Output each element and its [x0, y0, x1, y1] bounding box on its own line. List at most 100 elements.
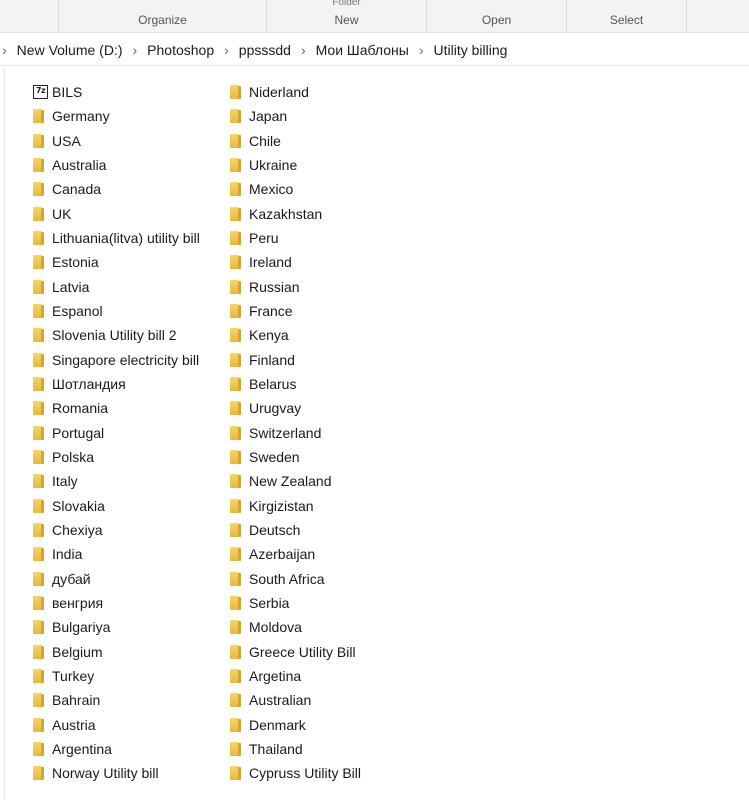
ribbon-group-label: Select: [609, 13, 644, 27]
file-list-item[interactable]: Niderland: [230, 80, 361, 104]
file-list-item[interactable]: Germany: [33, 104, 200, 128]
chevron-right-icon[interactable]: ›: [409, 42, 434, 58]
file-list-item[interactable]: Greece Utility Bill: [230, 640, 361, 664]
ribbon-group-open[interactable]: Open: [426, 0, 566, 33]
chevron-right-icon[interactable]: ›: [214, 42, 239, 58]
file-list-item[interactable]: Argetina: [230, 664, 361, 688]
file-list-item[interactable]: Kazakhstan: [230, 202, 361, 226]
file-list-item[interactable]: Finland: [230, 348, 361, 372]
ribbon-group-select[interactable]: Select: [566, 0, 686, 33]
ribbon-group-new[interactable]: Folder New: [266, 0, 426, 33]
file-name: Austria: [52, 716, 96, 733]
file-name: Peru: [249, 230, 279, 247]
file-list-item[interactable]: Australia: [33, 153, 200, 177]
file-list-item[interactable]: Thailand: [230, 737, 361, 761]
file-list-item[interactable]: Bulgariya: [33, 615, 200, 639]
file-list-item[interactable]: Bahrain: [33, 688, 200, 712]
folder-icon: [33, 644, 44, 659]
file-list-item[interactable]: Chile: [230, 129, 361, 153]
file-list-item[interactable]: Belarus: [230, 372, 361, 396]
file-list-item[interactable]: Mexico: [230, 177, 361, 201]
file-list-item[interactable]: Estonia: [33, 250, 200, 274]
file-list-item[interactable]: Slovenia Utility bill 2: [33, 323, 200, 347]
file-list-item[interactable]: Norway Utility bill: [33, 761, 200, 785]
file-list-item[interactable]: Urugvay: [230, 396, 361, 420]
file-list-item[interactable]: Ukraine: [230, 153, 361, 177]
file-list-item[interactable]: Turkey: [33, 664, 200, 688]
file-list-item[interactable]: Japan: [230, 104, 361, 128]
folder-icon: [33, 401, 44, 416]
ribbon-group-label: Organize: [138, 13, 187, 27]
file-list-item[interactable]: Latvia: [33, 275, 200, 299]
file-name: Norway Utility bill: [52, 765, 159, 782]
file-list-item[interactable]: Azerbaijan: [230, 542, 361, 566]
file-list-item[interactable]: Romania: [33, 396, 200, 420]
file-name: Finland: [249, 351, 295, 368]
breadcrumb-item[interactable]: New Volume (D:): [17, 42, 123, 58]
folder-icon: [230, 596, 241, 611]
file-list-item[interactable]: Singapore electricity bill: [33, 348, 200, 372]
file-name: Azerbaijan: [249, 546, 316, 563]
file-list-item[interactable]: Ireland: [230, 250, 361, 274]
file-list-item[interactable]: Kenya: [230, 323, 361, 347]
folder-icon: [230, 620, 241, 635]
file-list-item[interactable]: New Zealand: [230, 469, 361, 493]
file-list-item[interactable]: South Africa: [230, 567, 361, 591]
file-list-item[interactable]: Peru: [230, 226, 361, 250]
file-name: Thailand: [249, 741, 303, 758]
file-list-item[interactable]: Kirgizistan: [230, 494, 361, 518]
file-list-item[interactable]: India: [33, 542, 200, 566]
chevron-right-icon[interactable]: ›: [0, 42, 17, 58]
file-list-item[interactable]: Serbia: [230, 591, 361, 615]
file-name: Singapore electricity bill: [52, 351, 200, 368]
breadcrumb-item[interactable]: Мои Шаблоны: [316, 42, 409, 58]
file-name: Mexico: [249, 181, 294, 198]
folder-icon: [33, 693, 44, 708]
file-list-item[interactable]: Slovakia: [33, 494, 200, 518]
file-list-item[interactable]: Australian: [230, 688, 361, 712]
folder-icon: [33, 279, 44, 294]
file-name: Germany: [52, 108, 110, 125]
file-name: Japan: [249, 108, 288, 125]
file-list-item[interactable]: France: [230, 299, 361, 323]
ribbon-group-edge: [686, 0, 749, 33]
file-name: Kazakhstan: [249, 205, 323, 222]
file-list-item[interactable]: Denmark: [230, 713, 361, 737]
folder-icon: [230, 644, 241, 659]
breadcrumb-item[interactable]: Utility billing: [434, 42, 508, 58]
file-list-item[interactable]: Argentina: [33, 737, 200, 761]
file-list-item[interactable]: Espanol: [33, 299, 200, 323]
file-list-item[interactable]: дубай: [33, 567, 200, 591]
file-name: India: [52, 546, 83, 563]
file-list-item[interactable]: 7z BILS: [33, 80, 200, 104]
folder-icon: [230, 352, 241, 367]
file-list-column-2: Niderland Japan Chile Ukraine Mexico Kazakhst…: [230, 80, 361, 786]
file-list-item[interactable]: Russian: [230, 275, 361, 299]
file-list-item[interactable]: Sweden: [230, 445, 361, 469]
file-list-item[interactable]: UK: [33, 202, 200, 226]
file-list-item[interactable]: Lithuania(litva) utility bill: [33, 226, 200, 250]
file-list-item[interactable]: Chexiya: [33, 518, 200, 542]
file-list-item[interactable]: Moldova: [230, 615, 361, 639]
file-list-item[interactable]: Cypruss Utility Bill: [230, 761, 361, 785]
ribbon-group-organize[interactable]: Organize: [58, 0, 266, 33]
breadcrumb-item[interactable]: ppsssdd: [239, 42, 291, 58]
breadcrumb-item[interactable]: Photoshop: [147, 42, 214, 58]
file-list-item[interactable]: Шотландия: [33, 372, 200, 396]
file-list-item[interactable]: венгрия: [33, 591, 200, 615]
file-list-item[interactable]: Polska: [33, 445, 200, 469]
file-name: Polska: [52, 449, 95, 466]
file-list-item[interactable]: Portugal: [33, 421, 200, 445]
file-name: Italy: [52, 473, 78, 490]
folder-icon: [230, 377, 241, 392]
file-list-item[interactable]: Belgium: [33, 640, 200, 664]
file-list-item[interactable]: Italy: [33, 469, 200, 493]
file-list-item[interactable]: USA: [33, 129, 200, 153]
chevron-right-icon[interactable]: ›: [122, 42, 147, 58]
file-list-item[interactable]: Deutsch: [230, 518, 361, 542]
chevron-right-icon[interactable]: ›: [291, 42, 316, 58]
file-list-item[interactable]: Canada: [33, 177, 200, 201]
breadcrumb: › New Volume (D:) › Photoshop › ppsssdd …: [0, 34, 749, 66]
file-list-item[interactable]: Austria: [33, 713, 200, 737]
file-list-item[interactable]: Switzerland: [230, 421, 361, 445]
